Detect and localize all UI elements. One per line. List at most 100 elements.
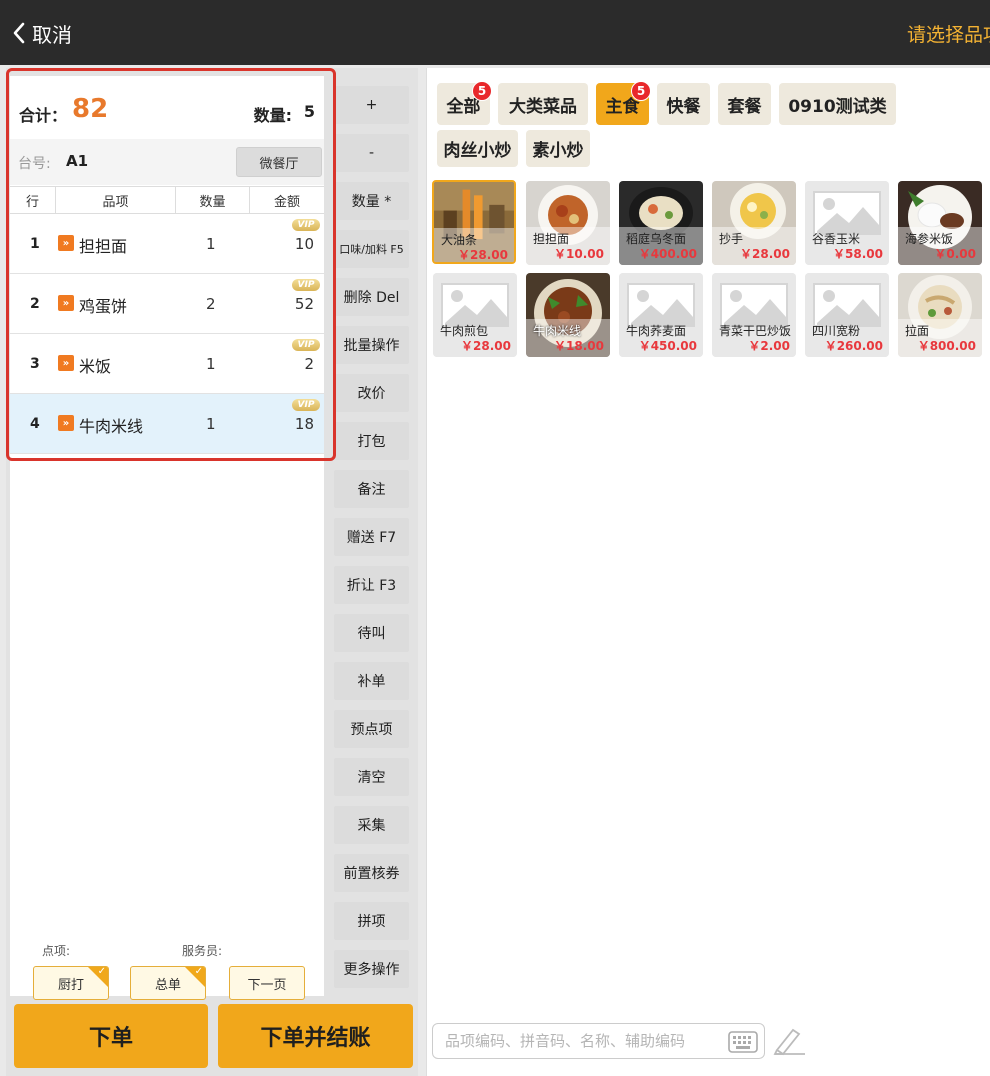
category-veg-stirfry[interactable]: 素小炒	[526, 130, 590, 167]
quantity-button[interactable]: 数量 *	[334, 182, 409, 220]
gift-button[interactable]: 赠送 F7	[334, 518, 409, 556]
keyboard-icon[interactable]	[728, 1030, 758, 1054]
menu-item[interactable]: 谷香玉米 ￥58.00	[805, 181, 889, 265]
menu-item[interactable]: 大油条 ￥28.00	[432, 180, 516, 264]
row-item-name: 米饭	[79, 357, 112, 376]
menu-item[interactable]: 牛肉荞麦面 ￥450.00	[619, 273, 703, 357]
row-item-name: 鸡蛋饼	[79, 297, 128, 316]
item-price: ￥0.00	[934, 247, 976, 261]
order-row[interactable]: 2 » 鸡蛋饼 2 VIP 52	[10, 274, 324, 334]
check-icon: ✓	[194, 966, 203, 977]
note-button[interactable]: 备注	[334, 470, 409, 508]
row-qty: 1	[206, 235, 216, 253]
menu-item[interactable]: 稻庭乌冬面 ￥400.00	[619, 181, 703, 265]
table-label: 台号:	[18, 156, 51, 172]
place-order-and-pay-button[interactable]: 下单并结账	[218, 1004, 413, 1068]
col-qty: 数量	[176, 187, 250, 213]
order-row[interactable]: 1 » 担担面 1 VIP 10	[10, 214, 324, 274]
count-badge: 5	[472, 81, 492, 101]
expand-icon: »	[58, 415, 74, 431]
row-item-name: 牛肉米线	[79, 417, 144, 436]
handwriting-icon[interactable]	[771, 1024, 807, 1056]
supplement-order-button[interactable]: 补单	[334, 662, 409, 700]
item-price: ￥800.00	[917, 339, 976, 353]
menu-item[interactable]: 拉面 ￥800.00	[898, 273, 982, 357]
mini-restaurant-button[interactable]: 微餐厅	[236, 147, 322, 177]
check-icon: ✓	[97, 966, 106, 977]
row-index: 4	[30, 416, 40, 432]
decrement-button[interactable]: -	[334, 134, 409, 172]
menu-item[interactable]: 海参米饭 ￥0.00	[898, 181, 982, 265]
change-price-button[interactable]: 改价	[334, 374, 409, 412]
category-pork-stirfry[interactable]: 肉丝小炒	[437, 130, 518, 167]
menu-item[interactable]: 青菜干巴炒饭 ￥2.00	[712, 273, 796, 357]
row-amount: 2	[304, 355, 314, 373]
total-order-toggle[interactable]: 总单 ✓	[130, 966, 206, 1000]
combine-item-button[interactable]: 拼项	[334, 902, 409, 940]
order-panel: 合计： 82 数量: 5 台号: A1 微餐厅 行 品项 数量 金额 1 » 担…	[10, 76, 324, 1000]
item-price: ￥10.00	[554, 247, 604, 261]
item-price: ￥28.00	[461, 339, 511, 353]
menu-item[interactable]: 牛肉米线 ￥18.00	[526, 273, 610, 357]
row-amount: 10	[294, 235, 314, 253]
table-number: A1	[66, 152, 89, 170]
item-price: ￥450.00	[638, 339, 697, 353]
batch-operation-button[interactable]: 批量操作	[334, 326, 409, 364]
vip-badge: VIP	[292, 279, 320, 291]
order-rows: 1 » 担担面 1 VIP 10 2 » 鸡蛋饼 2 VIP 52 3 » 米饭…	[10, 214, 324, 454]
order-summary: 合计： 82 数量: 5	[10, 90, 324, 134]
hold-button[interactable]: 待叫	[334, 614, 409, 652]
row-qty: 1	[206, 415, 216, 433]
category-fast-food[interactable]: 快餐	[657, 83, 710, 125]
col-item: 品项	[56, 187, 176, 213]
place-order-button[interactable]: 下单	[14, 1004, 208, 1068]
item-price: ￥28.00	[740, 247, 790, 261]
item-search-box[interactable]	[432, 1023, 765, 1059]
delete-button[interactable]: 删除 Del	[334, 278, 409, 316]
row-qty: 1	[206, 355, 216, 373]
item-search-input[interactable]	[445, 1032, 715, 1050]
order-row[interactable]: 3 » 米饭 1 VIP 2	[10, 334, 324, 394]
discount-button[interactable]: 折让 F3	[334, 566, 409, 604]
more-actions-button[interactable]: 更多操作	[334, 950, 409, 988]
count-badge: 5	[631, 81, 651, 101]
total-value: 82	[72, 94, 109, 124]
item-price: ￥28.00	[458, 248, 508, 262]
chevron-left-icon	[13, 22, 25, 44]
total-order-label: 总单	[154, 977, 181, 993]
menu-item[interactable]: 抄手 ￥28.00	[712, 181, 796, 265]
category-set-meal[interactable]: 套餐	[718, 83, 771, 125]
menu-item[interactable]: 牛肉煎包 ￥28.00	[433, 273, 517, 357]
item-price: ￥260.00	[824, 339, 883, 353]
increment-button[interactable]: +	[334, 86, 409, 124]
top-bar: 取消 请选择品项	[0, 0, 990, 65]
quantity-label: 数量:	[253, 106, 292, 125]
menu-item[interactable]: 担担面 ￥10.00	[526, 181, 610, 265]
order-row-selected[interactable]: 4 » 牛肉米线 1 VIP 18	[10, 394, 324, 454]
kitchen-print-toggle[interactable]: 厨打 ✓	[33, 966, 109, 1000]
collect-button[interactable]: 采集	[334, 806, 409, 844]
pre-verify-coupon-button[interactable]: 前置核券	[334, 854, 409, 892]
clear-button[interactable]: 清空	[334, 758, 409, 796]
category-test[interactable]: 0910测试类	[779, 83, 896, 125]
pre-order-button[interactable]: 预点项	[334, 710, 409, 748]
item-price: ￥2.00	[748, 339, 790, 353]
cancel-button[interactable]: 取消	[12, 18, 72, 48]
menu-item[interactable]: 四川宽粉 ￥260.00	[805, 273, 889, 357]
flavor-addon-button[interactable]: 口味/加料 F5	[334, 230, 409, 268]
next-page-button[interactable]: 下一页	[229, 966, 305, 1000]
waiter-label: 服务员:	[182, 944, 223, 958]
takeaway-button[interactable]: 打包	[334, 422, 409, 460]
category-staple[interactable]: 主食 5	[596, 81, 651, 125]
col-row: 行	[10, 187, 56, 213]
kitchen-print-label: 厨打	[57, 977, 84, 993]
select-item-hint: 请选择品项	[906, 24, 990, 46]
item-price: ￥400.00	[638, 247, 697, 261]
item-price: ￥18.00	[554, 339, 604, 353]
expand-icon: »	[58, 235, 74, 251]
row-index: 1	[30, 236, 40, 252]
category-all[interactable]: 全部 5	[437, 81, 492, 125]
category-main-dishes[interactable]: 大类菜品	[498, 83, 588, 125]
row-index: 2	[30, 296, 40, 312]
expand-icon: »	[58, 295, 74, 311]
